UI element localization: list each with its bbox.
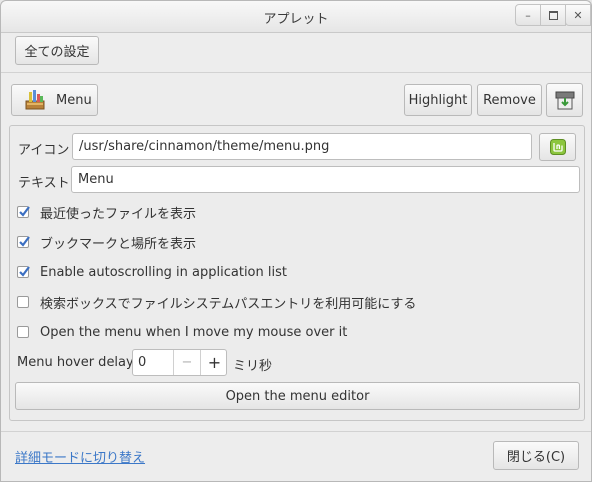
applet-settings-window: アプレット – ✕ 全ての設定 Menu Highlight Remove アイ… <box>0 0 592 482</box>
checkmark-icon <box>19 236 30 247</box>
icon-label: アイコン <box>18 143 70 158</box>
applet-menu-button[interactable]: Menu <box>11 84 98 116</box>
minimize-button[interactable]: – <box>515 4 541 26</box>
check-label: Open the menu when I move my mouse over … <box>40 324 348 340</box>
check-label: 最近使ったファイルを表示 <box>40 206 197 222</box>
increment-button[interactable]: + <box>200 350 226 375</box>
hover-delay-value[interactable]: 0 <box>138 350 146 375</box>
title-bar[interactable]: アプレット – ✕ <box>1 1 591 33</box>
check-label: ブックマークと場所を表示 <box>40 236 197 252</box>
close-button[interactable]: 閉じる(C) <box>493 441 579 470</box>
checkbox-bookmarks[interactable] <box>17 236 30 248</box>
checkmark-icon <box>19 206 30 217</box>
hover-delay-label: Menu hover delay: <box>17 355 138 370</box>
remove-label: Remove <box>483 92 536 108</box>
checkbox-recent-files[interactable] <box>17 206 30 218</box>
check-label: 検索ボックスでファイルシステムパスエントリを利用可能にする <box>40 296 417 312</box>
applet-menu-icon <box>25 90 45 110</box>
close-button-label: 閉じる(C) <box>506 450 566 465</box>
decrement-button[interactable]: − <box>173 350 200 375</box>
hover-delay-unit: ミリ秒 <box>233 359 273 374</box>
icon-path-field[interactable]: /usr/share/cinnamon/theme/menu.png <box>72 133 532 160</box>
checkbox-filesystem-path[interactable] <box>17 296 29 308</box>
minus-icon: − <box>181 355 193 370</box>
minimize-icon: – <box>525 8 531 22</box>
applet-config-button[interactable] <box>546 83 583 117</box>
all-settings-button[interactable]: 全ての設定 <box>15 36 99 65</box>
hover-delay-spinner: 0 − + <box>132 349 227 376</box>
all-settings-label: 全ての設定 <box>24 45 90 60</box>
close-window-button[interactable]: ✕ <box>565 4 591 26</box>
icon-chooser-button[interactable] <box>539 133 576 161</box>
checkmark-icon <box>19 266 30 277</box>
open-menu-editor-button[interactable]: Open the menu editor <box>15 382 580 410</box>
check-filesystem-path[interactable]: 検索ボックスでファイルシステムパスエントリを利用可能にする <box>17 292 416 312</box>
check-label: Enable autoscrolling in application list <box>40 264 287 280</box>
maximize-icon <box>548 10 558 20</box>
remove-button[interactable]: Remove <box>477 84 542 116</box>
check-autoscroll[interactable]: Enable autoscrolling in application list <box>17 262 287 282</box>
checkbox-autoscroll[interactable] <box>17 266 30 278</box>
check-hover-open[interactable]: Open the menu when I move my mouse over … <box>17 322 347 342</box>
advanced-mode-link[interactable]: 詳細モードに切り替え <box>15 447 145 466</box>
window-title: アプレット <box>263 12 329 27</box>
open-menu-editor-label: Open the menu editor <box>225 388 370 404</box>
checkbox-hover-open[interactable] <box>17 326 29 338</box>
mint-logo-icon <box>549 139 566 155</box>
highlight-label: Highlight <box>408 92 468 108</box>
text-field[interactable]: Menu <box>71 166 580 193</box>
window-controls: – ✕ <box>515 4 591 28</box>
check-recent-files[interactable]: 最近使ったファイルを表示 <box>17 202 196 222</box>
maximize-button[interactable] <box>540 4 566 26</box>
text-label: テキスト <box>18 176 70 191</box>
footer-separator <box>1 431 591 432</box>
applet-name-label: Menu <box>56 92 92 108</box>
highlight-button[interactable]: Highlight <box>404 84 472 116</box>
close-icon: ✕ <box>573 8 583 22</box>
configure-icon <box>555 91 574 110</box>
plus-icon: + <box>207 353 222 372</box>
toolbar-separator <box>1 72 591 73</box>
check-bookmarks[interactable]: ブックマークと場所を表示 <box>17 232 196 252</box>
